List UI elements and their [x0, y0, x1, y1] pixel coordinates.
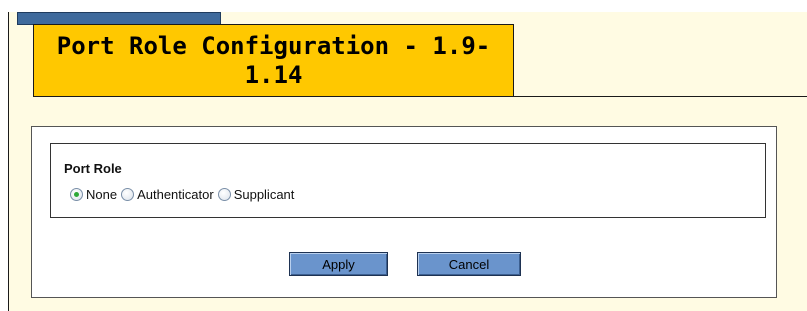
radio-option-none[interactable]: None — [70, 187, 117, 202]
radio-label-supplicant: Supplicant — [233, 186, 295, 202]
page-title-box: Port Role Configuration - 1.9- 1.14 — [33, 24, 514, 97]
page-title: Port Role Configuration - 1.9- 1.14 — [44, 32, 504, 90]
port-role-radio-group: None Authenticator Supplicant — [70, 185, 298, 203]
title-divider — [514, 96, 807, 97]
radio-button-supplicant[interactable] — [217, 187, 231, 201]
page-title-line-2: 1.14 — [244, 60, 303, 89]
cancel-button[interactable]: Cancel — [417, 252, 521, 276]
radio-option-authenticator[interactable]: Authenticator — [121, 187, 214, 202]
page-title-line-1: Port Role Configuration - 1.9- — [56, 31, 491, 60]
radio-option-supplicant[interactable]: Supplicant — [217, 186, 295, 202]
port-role-group — [50, 143, 766, 218]
port-role-label: Port Role — [64, 161, 122, 176]
radio-button-none[interactable] — [70, 187, 83, 201]
radio-label-none: None — [86, 186, 118, 202]
apply-button[interactable]: Apply — [289, 252, 388, 276]
radio-button-authenticator[interactable] — [121, 187, 135, 201]
radio-label-authenticator: Authenticator — [137, 186, 214, 202]
